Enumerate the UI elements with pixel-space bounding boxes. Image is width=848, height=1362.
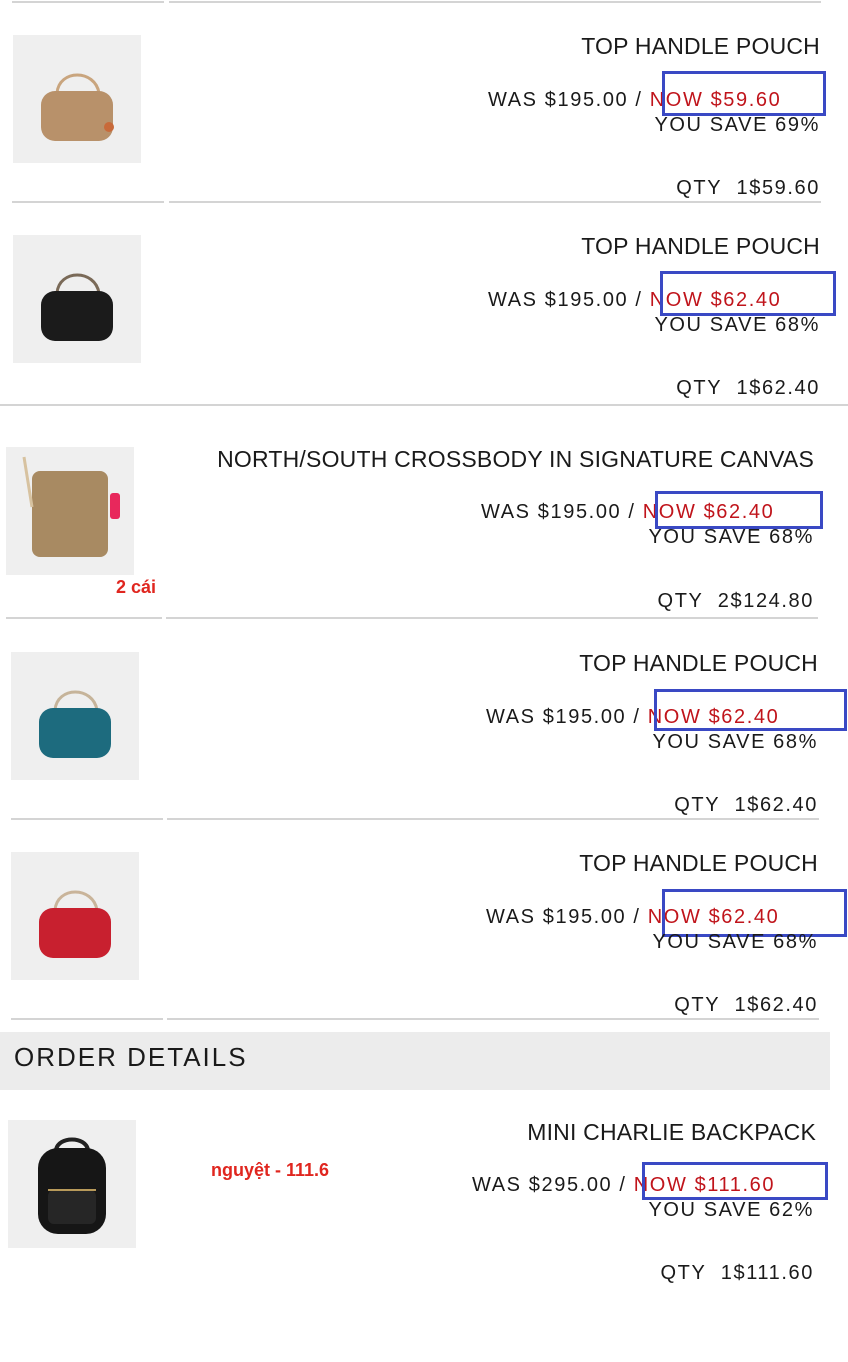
product-name[interactable]: MINI CHARLIE BACKPACK [527, 1119, 816, 1146]
you-save: YOU SAVE 69% [654, 114, 820, 136]
annotation-note: nguyệt - 111.6 [211, 1160, 330, 1180]
quantity-line: QTY 1$62.40 [676, 377, 820, 400]
product-image[interactable] [13, 35, 141, 163]
qty-value: 1$111.60 [720, 1262, 814, 1284]
order-details-header: ORDER DETAILS [0, 1032, 830, 1090]
you-save: YOU SAVE 68% [654, 314, 820, 336]
quantity-line: QTY 1$62.40 [674, 794, 818, 817]
annotation-note: 2 cái [116, 577, 157, 597]
section-title: ORDER DETAILS [14, 1042, 248, 1072]
qty-label: QTY [674, 994, 721, 1016]
price-highlight-box [662, 889, 847, 937]
qty-label: QTY [674, 794, 721, 816]
product-image[interactable] [6, 447, 134, 575]
qty-value: 1$62.40 [734, 994, 818, 1016]
you-save: YOU SAVE 68% [652, 931, 818, 953]
price-highlight-box [655, 491, 823, 529]
product-image[interactable] [13, 235, 141, 363]
product-name[interactable]: TOP HANDLE POUCH [579, 850, 818, 877]
was-price: WAS $195.00 / [486, 906, 648, 928]
divider [169, 1, 821, 3]
divider [11, 818, 163, 820]
was-price: WAS $195.00 / [488, 289, 650, 311]
qty-value: 1$62.40 [734, 794, 818, 816]
quantity-line: QTY 2$124.80 [658, 590, 814, 613]
quantity-line: QTY 1$111.60 [661, 1262, 815, 1285]
divider [167, 818, 819, 820]
backpack-icon [38, 1137, 106, 1234]
handbag-icon [39, 890, 111, 958]
was-price: WAS $295.00 / [472, 1174, 634, 1196]
product-image[interactable] [11, 652, 139, 780]
qty-label: QTY [676, 377, 723, 399]
divider [11, 1018, 163, 1020]
divider [6, 617, 162, 619]
you-save: YOU SAVE 62% [648, 1199, 814, 1221]
divider [12, 201, 164, 203]
divider [166, 617, 818, 619]
qty-value: 2$124.80 [717, 590, 814, 612]
product-name[interactable]: TOP HANDLE POUCH [581, 33, 820, 60]
quantity-line: QTY 1$59.60 [676, 177, 820, 200]
was-price: WAS $195.00 / [488, 89, 650, 111]
qty-label: QTY [657, 590, 704, 612]
product-image[interactable] [8, 1120, 136, 1248]
qty-label: QTY [660, 1262, 707, 1284]
price-highlight-box [660, 271, 836, 316]
divider [0, 404, 848, 406]
divider [12, 1, 164, 3]
you-save: YOU SAVE 68% [648, 526, 814, 548]
handbag-icon [41, 73, 114, 141]
qty-label: QTY [676, 177, 723, 199]
crossbody-bag-icon [22, 456, 120, 557]
was-price: WAS $195.00 / [486, 706, 648, 728]
you-save: YOU SAVE 68% [652, 731, 818, 753]
handbag-icon [39, 690, 111, 758]
was-price: WAS $195.00 / [481, 501, 643, 523]
product-name[interactable]: NORTH/SOUTH CROSSBODY IN SIGNATURE CANVA… [217, 446, 814, 473]
divider [167, 1018, 819, 1020]
qty-value: 1$59.60 [736, 177, 820, 199]
product-image[interactable] [11, 852, 139, 980]
price-highlight-box [654, 689, 847, 731]
price-highlight-box [642, 1162, 828, 1200]
product-name[interactable]: TOP HANDLE POUCH [581, 233, 820, 260]
product-name[interactable]: TOP HANDLE POUCH [579, 650, 818, 677]
price-highlight-box [662, 71, 826, 116]
divider [169, 201, 821, 203]
quantity-line: QTY 1$62.40 [674, 994, 818, 1017]
qty-value: 1$62.40 [736, 377, 820, 399]
handbag-icon [41, 273, 113, 341]
